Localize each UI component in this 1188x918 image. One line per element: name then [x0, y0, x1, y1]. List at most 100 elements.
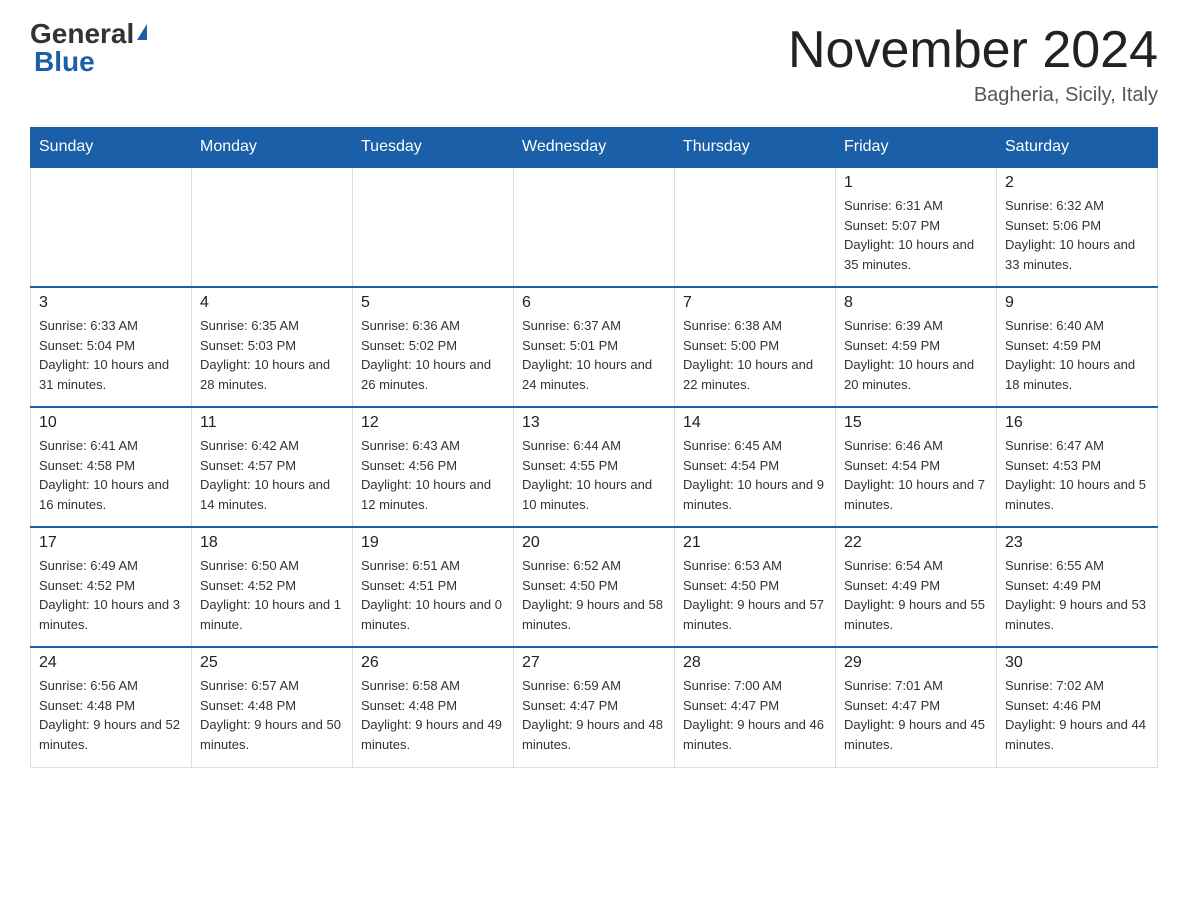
day-number: 25	[200, 654, 344, 672]
calendar-cell: 13 Sunrise: 6:44 AMSunset: 4:55 PMDayligh…	[514, 407, 675, 527]
day-info: Sunrise: 6:55 AMSunset: 4:49 PMDaylight:…	[1005, 556, 1149, 634]
day-info: Sunrise: 6:37 AMSunset: 5:01 PMDaylight:…	[522, 316, 666, 394]
day-number: 19	[361, 534, 505, 552]
day-number: 3	[39, 294, 183, 312]
day-header-wednesday: Wednesday	[514, 128, 675, 168]
day-number: 27	[522, 654, 666, 672]
day-number: 20	[522, 534, 666, 552]
day-header-saturday: Saturday	[997, 128, 1158, 168]
calendar-cell: 20 Sunrise: 6:52 AMSunset: 4:50 PMDayligh…	[514, 527, 675, 647]
calendar-cell: 5Sunrise: 6:36 AMSunset: 5:02 PMDaylight…	[353, 287, 514, 407]
day-number: 2	[1005, 174, 1149, 192]
calendar-cell: 6 Sunrise: 6:37 AMSunset: 5:01 PMDaylight…	[514, 287, 675, 407]
day-header-thursday: Thursday	[675, 128, 836, 168]
day-info: Sunrise: 6:45 AMSunset: 4:54 PMDaylight:…	[683, 436, 827, 514]
day-number: 8	[844, 294, 988, 312]
day-number: 21	[683, 534, 827, 552]
day-number: 7	[683, 294, 827, 312]
day-info: Sunrise: 6:38 AMSunset: 5:00 PMDaylight:…	[683, 316, 827, 394]
day-info: Sunrise: 6:32 AMSunset: 5:06 PMDaylight:…	[1005, 196, 1149, 274]
day-info: Sunrise: 6:52 AMSunset: 4:50 PMDaylight:…	[522, 556, 666, 634]
calendar-cell: 11Sunrise: 6:42 AMSunset: 4:57 PMDayligh…	[192, 407, 353, 527]
day-number: 24	[39, 654, 183, 672]
calendar-cell: 28Sunrise: 7:00 AMSunset: 4:47 PMDayligh…	[675, 647, 836, 767]
day-number: 17	[39, 534, 183, 552]
day-number: 18	[200, 534, 344, 552]
day-info: Sunrise: 6:40 AMSunset: 4:59 PMDaylight:…	[1005, 316, 1149, 394]
day-number: 15	[844, 414, 988, 432]
day-info: Sunrise: 7:00 AMSunset: 4:47 PMDaylight:…	[683, 676, 827, 754]
location-subtitle: Bagheria, Sicily, Italy	[788, 84, 1158, 107]
day-number: 4	[200, 294, 344, 312]
day-header-friday: Friday	[836, 128, 997, 168]
day-info: Sunrise: 6:58 AMSunset: 4:48 PMDaylight:…	[361, 676, 505, 754]
calendar-cell: 22 Sunrise: 6:54 AMSunset: 4:49 PMDayligh…	[836, 527, 997, 647]
day-info: Sunrise: 6:51 AMSunset: 4:51 PMDaylight:…	[361, 556, 505, 634]
calendar-cell: 25Sunrise: 6:57 AMSunset: 4:48 PMDayligh…	[192, 647, 353, 767]
day-info: Sunrise: 6:42 AMSunset: 4:57 PMDaylight:…	[200, 436, 344, 514]
calendar-cell: 7 Sunrise: 6:38 AMSunset: 5:00 PMDaylight…	[675, 287, 836, 407]
calendar-cell	[675, 167, 836, 287]
day-number: 12	[361, 414, 505, 432]
day-number: 16	[1005, 414, 1149, 432]
calendar-cell: 17 Sunrise: 6:49 AMSunset: 4:52 PMDayligh…	[31, 527, 192, 647]
day-info: Sunrise: 6:54 AMSunset: 4:49 PMDaylight:…	[844, 556, 988, 634]
day-info: Sunrise: 6:39 AMSunset: 4:59 PMDaylight:…	[844, 316, 988, 394]
calendar-cell: 10 Sunrise: 6:41 AMSunset: 4:58 PMDayligh…	[31, 407, 192, 527]
calendar-cell: 2 Sunrise: 6:32 AMSunset: 5:06 PMDaylight…	[997, 167, 1158, 287]
day-number: 30	[1005, 654, 1149, 672]
calendar-cell	[192, 167, 353, 287]
calendar-cell	[31, 167, 192, 287]
logo-blue-text: Blue	[34, 46, 95, 77]
day-number: 10	[39, 414, 183, 432]
day-info: Sunrise: 6:46 AMSunset: 4:54 PMDaylight:…	[844, 436, 988, 514]
day-info: Sunrise: 6:43 AMSunset: 4:56 PMDaylight:…	[361, 436, 505, 514]
day-header-sunday: Sunday	[31, 128, 192, 168]
calendar-cell: 29 Sunrise: 7:01 AMSunset: 4:47 PMDayligh…	[836, 647, 997, 767]
day-info: Sunrise: 7:01 AMSunset: 4:47 PMDaylight:…	[844, 676, 988, 754]
calendar-cell: 18 Sunrise: 6:50 AMSunset: 4:52 PMDayligh…	[192, 527, 353, 647]
day-info: Sunrise: 6:49 AMSunset: 4:52 PMDaylight:…	[39, 556, 183, 634]
calendar-cell: 16 Sunrise: 6:47 AMSunset: 4:53 PMDayligh…	[997, 407, 1158, 527]
calendar-cell: 19 Sunrise: 6:51 AMSunset: 4:51 PMDayligh…	[353, 527, 514, 647]
day-header-tuesday: Tuesday	[353, 128, 514, 168]
day-info: Sunrise: 6:53 AMSunset: 4:50 PMDaylight:…	[683, 556, 827, 634]
logo: General Blue	[30, 20, 147, 76]
calendar-cell: 12 Sunrise: 6:43 AMSunset: 4:56 PMDayligh…	[353, 407, 514, 527]
day-info: Sunrise: 6:41 AMSunset: 4:58 PMDaylight:…	[39, 436, 183, 514]
day-info: Sunrise: 6:35 AMSunset: 5:03 PMDaylight:…	[200, 316, 344, 394]
calendar-cell: 8 Sunrise: 6:39 AMSunset: 4:59 PMDaylight…	[836, 287, 997, 407]
day-number: 9	[1005, 294, 1149, 312]
day-info: Sunrise: 7:02 AMSunset: 4:46 PMDaylight:…	[1005, 676, 1149, 754]
month-title: November 2024	[788, 20, 1158, 80]
calendar-cell: 14 Sunrise: 6:45 AMSunset: 4:54 PMDayligh…	[675, 407, 836, 527]
day-info: Sunrise: 6:56 AMSunset: 4:48 PMDaylight:…	[39, 676, 183, 754]
day-number: 13	[522, 414, 666, 432]
title-block: November 2024 Bagheria, Sicily, Italy	[788, 20, 1158, 107]
calendar-cell: 1 Sunrise: 6:31 AMSunset: 5:07 PMDaylight…	[836, 167, 997, 287]
calendar-week-4: 17 Sunrise: 6:49 AMSunset: 4:52 PMDayligh…	[31, 527, 1158, 647]
logo-arrow-icon	[137, 24, 147, 40]
calendar-week-5: 24 Sunrise: 6:56 AMSunset: 4:48 PMDayligh…	[31, 647, 1158, 767]
day-number: 14	[683, 414, 827, 432]
day-number: 6	[522, 294, 666, 312]
calendar-cell	[353, 167, 514, 287]
day-info: Sunrise: 6:50 AMSunset: 4:52 PMDaylight:…	[200, 556, 344, 634]
day-info: Sunrise: 6:36 AMSunset: 5:02 PMDaylight:…	[361, 316, 505, 394]
day-number: 1	[844, 174, 988, 192]
calendar-cell: 30 Sunrise: 7:02 AMSunset: 4:46 PMDayligh…	[997, 647, 1158, 767]
calendar-header-row: SundayMondayTuesdayWednesdayThursdayFrid…	[31, 128, 1158, 168]
logo-general-text: General	[30, 20, 134, 48]
calendar-week-2: 3Sunrise: 6:33 AMSunset: 5:04 PMDaylight…	[31, 287, 1158, 407]
day-number: 22	[844, 534, 988, 552]
day-info: Sunrise: 6:47 AMSunset: 4:53 PMDaylight:…	[1005, 436, 1149, 514]
page-header: General Blue November 2024 Bagheria, Sic…	[30, 20, 1158, 107]
calendar-cell: 15 Sunrise: 6:46 AMSunset: 4:54 PMDayligh…	[836, 407, 997, 527]
calendar-cell: 21 Sunrise: 6:53 AMSunset: 4:50 PMDayligh…	[675, 527, 836, 647]
calendar-cell: 27Sunrise: 6:59 AMSunset: 4:47 PMDayligh…	[514, 647, 675, 767]
day-number: 29	[844, 654, 988, 672]
day-info: Sunrise: 6:44 AMSunset: 4:55 PMDaylight:…	[522, 436, 666, 514]
calendar-week-1: 1 Sunrise: 6:31 AMSunset: 5:07 PMDaylight…	[31, 167, 1158, 287]
day-info: Sunrise: 6:31 AMSunset: 5:07 PMDaylight:…	[844, 196, 988, 274]
calendar-table: SundayMondayTuesdayWednesdayThursdayFrid…	[30, 127, 1158, 768]
